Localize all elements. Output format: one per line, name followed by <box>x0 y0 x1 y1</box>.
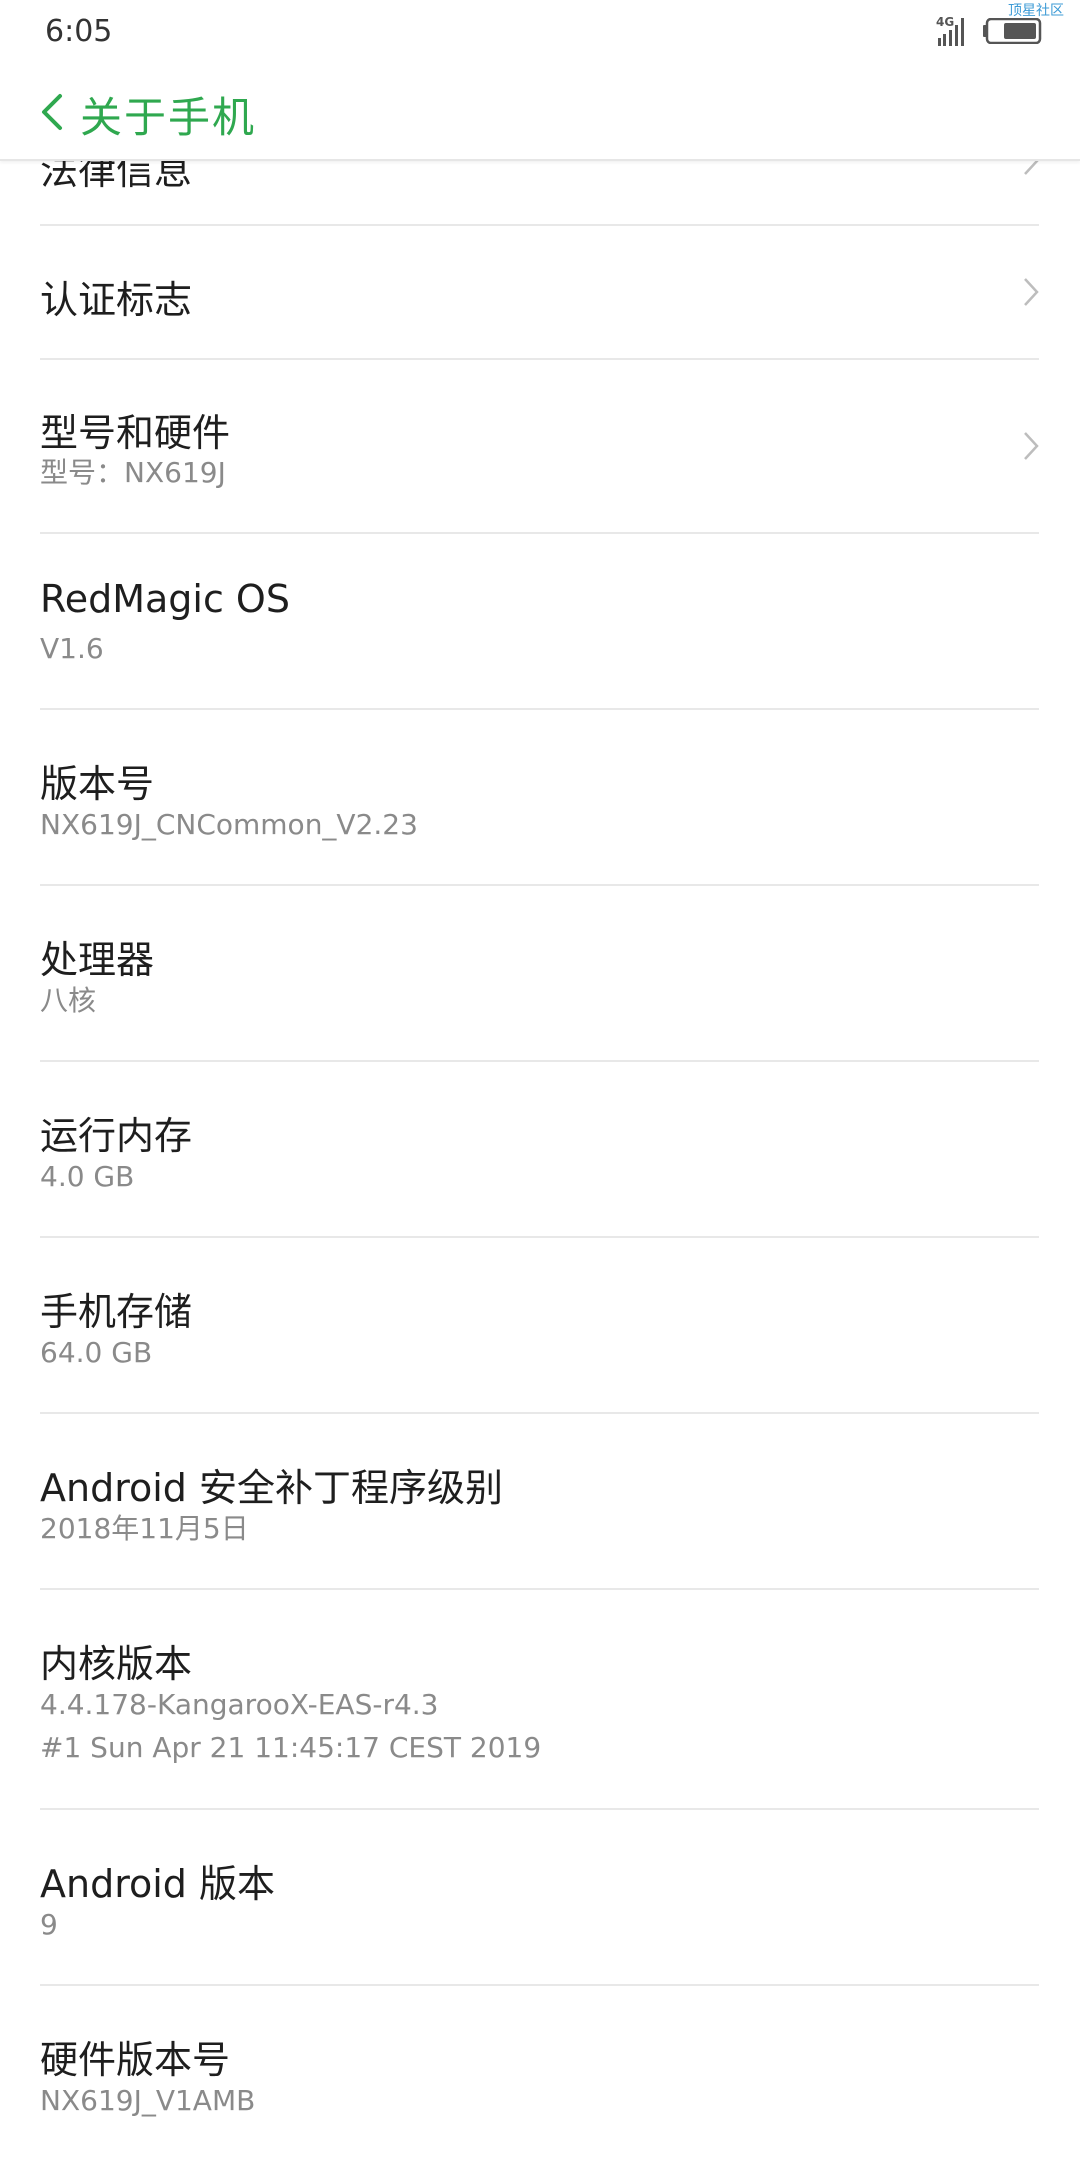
item-title: 手机存储 <box>40 1290 193 1334</box>
item-title: 版本号 <box>40 762 155 806</box>
list-item-security-patch: Android 安全补丁程序级别 2018年11月5日 <box>40 1414 1039 1590</box>
list-item-redmagic-os: RedMagic OS V1.6 <box>40 534 1039 710</box>
item-title: 认证标志 <box>40 278 193 322</box>
item-subtitle: 9 <box>40 1908 58 1941</box>
4g-signal-icon: 4G <box>936 15 964 46</box>
item-subtitle: 64.0 GB <box>40 1336 153 1369</box>
svg-text:4G: 4G <box>936 15 954 29</box>
item-title: RedMagic OS <box>40 577 290 621</box>
settings-list[interactable]: 法律信息 认证标志 型号和硬件 型号：NX619J RedMagic OS V1… <box>0 0 1080 2160</box>
list-item-android-version[interactable]: Android 版本 9 <box>40 1810 1039 1986</box>
item-title: 型号和硬件 <box>40 411 231 455</box>
chevron-right-icon <box>1024 432 1039 460</box>
item-title: 硬件版本号 <box>40 2038 231 2082</box>
list-item-build-number[interactable]: 版本号 NX619J_CNCommon_V2.23 <box>40 710 1039 886</box>
status-time: 6:05 <box>45 14 113 49</box>
list-item-storage: 手机存储 64.0 GB <box>40 1238 1039 1414</box>
battery-icon <box>983 18 1042 44</box>
item-title: 内核版本 <box>40 1642 193 1686</box>
page-title: 关于手机 <box>80 93 257 142</box>
item-title: Android 安全补丁程序级别 <box>40 1466 503 1510</box>
item-subtitle: 2018年11月5日 <box>40 1512 249 1545</box>
item-subtitle: 4.4.178-KangarooX-EAS-r4.3 <box>40 1688 439 1721</box>
list-item-hardware-version: 硬件版本号 NX619J_V1AMB <box>40 1986 1039 2160</box>
item-subtitle: 型号：NX619J <box>40 456 226 489</box>
item-title: 处理器 <box>40 938 155 982</box>
list-item-ram: 运行内存 4.0 GB <box>40 1062 1039 1238</box>
item-subtitle: 4.0 GB <box>40 1160 135 1193</box>
back-chevron-icon[interactable] <box>38 92 64 132</box>
item-subtitle: NX619J_V1AMB <box>40 2084 256 2117</box>
list-item-model-hardware[interactable]: 型号和硬件 型号：NX619J <box>40 360 1039 534</box>
item-subtitle-2: #1 Sun Apr 21 11:45:17 CEST 2019 <box>40 1731 542 1764</box>
item-subtitle: 八核 <box>40 984 97 1017</box>
status-bar: 6:05 顶星社区 4G <box>0 0 1080 64</box>
list-item-kernel-version: 内核版本 4.4.178-KangarooX-EAS-r4.3 #1 Sun A… <box>40 1590 1039 1810</box>
item-subtitle: V1.6 <box>40 632 104 665</box>
item-title: 运行内存 <box>40 1114 193 1158</box>
item-title: Android 版本 <box>40 1862 275 1906</box>
watermark-text: 顶星社区 <box>1008 3 1064 19</box>
item-subtitle: NX619J_CNCommon_V2.23 <box>40 808 418 841</box>
list-item-certification[interactable]: 认证标志 <box>40 226 1039 360</box>
chevron-right-icon <box>1024 278 1039 306</box>
list-item-processor: 处理器 八核 <box>40 886 1039 1062</box>
title-bar: 关于手机 <box>0 64 1080 161</box>
